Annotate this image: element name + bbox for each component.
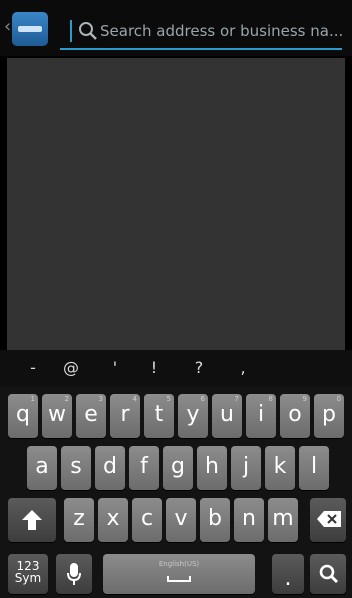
letter-key[interactable]: v — [166, 498, 196, 542]
letter-key[interactable]: e3 — [76, 394, 106, 438]
letter-key[interactable]: r4 — [110, 394, 140, 438]
key-label: m — [272, 506, 294, 531]
key-hint: 5 — [166, 395, 171, 403]
key-label: j — [242, 454, 250, 479]
key-label: a — [35, 454, 49, 479]
suggestion-strip: - @ '!?, — [0, 350, 352, 386]
letter-key[interactable]: k — [265, 446, 295, 490]
key-label: z — [73, 506, 85, 531]
microphone-key[interactable] — [56, 554, 92, 594]
search-placeholder: Search address or business na... — [100, 22, 344, 40]
key-hint: 6 — [200, 395, 205, 403]
letter-key[interactable]: l — [299, 446, 329, 490]
letter-key[interactable]: x — [98, 498, 128, 542]
microphone-icon — [67, 563, 81, 585]
symbols-key-bottom: Sym — [14, 571, 42, 585]
key-hint: 8 — [268, 395, 273, 403]
key-label: q — [16, 402, 30, 427]
key-hint: 7 — [234, 395, 239, 403]
letter-key[interactable]: a — [27, 446, 57, 490]
backspace-key[interactable] — [310, 498, 346, 542]
letter-key[interactable]: p0 — [314, 394, 344, 438]
letter-key[interactable]: i8 — [246, 394, 276, 438]
key-label: t — [154, 402, 164, 427]
letter-key[interactable]: f — [129, 446, 159, 490]
suggestion-item[interactable]: - — [18, 358, 48, 377]
letter-key[interactable]: n — [234, 498, 264, 542]
soft-keyboard: 123 Sym English(US) . q1w2e3r4t5y6u7i8o9p… — [0, 386, 352, 598]
letter-key[interactable]: s — [61, 446, 91, 490]
search-field[interactable]: Search address or business na... — [60, 14, 344, 50]
key-label: x — [106, 506, 120, 531]
key-label: g — [171, 454, 185, 479]
symbols-key[interactable]: 123 Sym — [8, 554, 48, 594]
letter-key[interactable]: m — [268, 498, 298, 542]
letter-key[interactable]: y6 — [178, 394, 208, 438]
key-hint: 4 — [132, 395, 137, 403]
app-icon[interactable] — [12, 12, 48, 46]
key-label: y — [186, 402, 200, 427]
backspace-icon — [317, 511, 341, 527]
results-area — [7, 58, 345, 350]
key-label: b — [208, 506, 222, 531]
letter-key[interactable]: d — [95, 446, 125, 490]
letter-key[interactable]: h — [197, 446, 227, 490]
suggestion-item[interactable]: @ — [56, 358, 86, 377]
key-hint: 3 — [98, 395, 103, 403]
letter-key[interactable]: z — [64, 498, 94, 542]
key-label: e — [84, 402, 98, 427]
key-label: u — [220, 402, 234, 427]
suggestion-item[interactable]: ? — [184, 358, 214, 377]
key-label: k — [273, 454, 287, 479]
search-key[interactable] — [310, 554, 346, 594]
key-label: d — [103, 454, 117, 479]
shift-key[interactable] — [8, 498, 56, 542]
search-icon — [319, 564, 339, 584]
symbols-key-label: 123 Sym — [8, 560, 48, 584]
letter-key[interactable]: j — [231, 446, 261, 490]
key-label: r — [120, 402, 130, 427]
letter-key[interactable]: q1 — [8, 394, 38, 438]
letter-key[interactable]: b — [200, 498, 230, 542]
key-hint: 2 — [64, 395, 69, 403]
suggestion-item[interactable]: ! — [139, 358, 169, 377]
space-key[interactable]: English(US) — [103, 554, 255, 594]
back-chevron-icon[interactable]: ‹ — [4, 18, 11, 36]
letter-key[interactable]: c — [132, 498, 162, 542]
key-label: p — [322, 402, 336, 427]
key-label: l — [310, 454, 318, 479]
key-label: h — [205, 454, 219, 479]
period-key[interactable]: . — [272, 554, 304, 594]
letter-key[interactable]: w2 — [42, 394, 72, 438]
key-hint: 1 — [30, 395, 35, 403]
letter-key[interactable]: g — [163, 446, 193, 490]
search-icon — [79, 22, 97, 40]
key-label: n — [242, 506, 256, 531]
text-cursor — [70, 20, 72, 42]
key-label: f — [140, 454, 148, 479]
key-label: i — [257, 402, 265, 427]
suggestion-item[interactable]: ' — [100, 358, 130, 377]
key-label: w — [48, 402, 66, 427]
shift-icon — [22, 510, 42, 530]
letter-key[interactable]: u7 — [212, 394, 242, 438]
period-key-label: . — [284, 566, 292, 591]
letter-key[interactable]: t5 — [144, 394, 174, 438]
space-key-language: English(US) — [158, 560, 200, 568]
key-label: o — [288, 402, 302, 427]
key-hint: 9 — [302, 395, 307, 403]
key-hint: 0 — [336, 395, 341, 403]
action-bar: ‹ Search address or business na... — [0, 0, 352, 56]
key-label: c — [140, 506, 154, 531]
letter-key[interactable]: o9 — [280, 394, 310, 438]
suggestion-item[interactable]: , — [228, 358, 258, 377]
space-bar-icon — [167, 576, 191, 582]
key-label: s — [70, 454, 82, 479]
key-label: v — [174, 506, 188, 531]
